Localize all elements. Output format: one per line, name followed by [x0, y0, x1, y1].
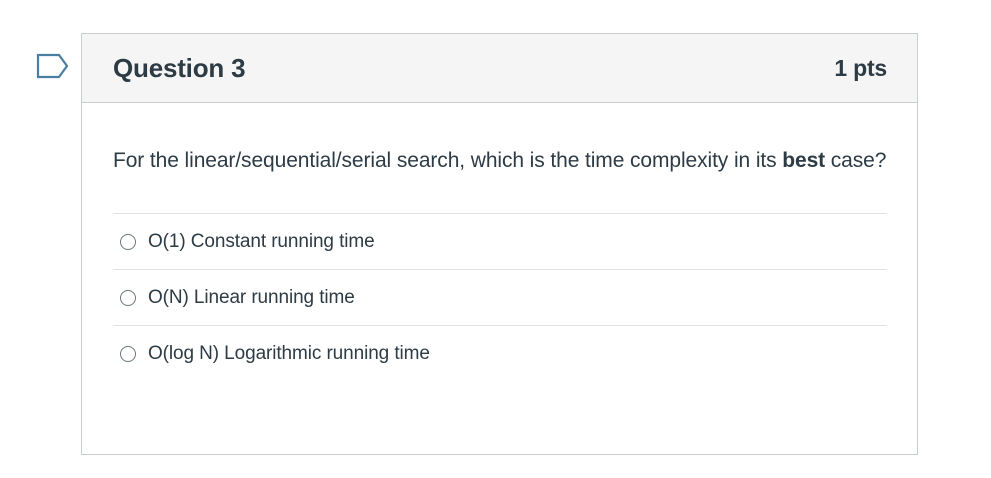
question-text-after: case?: [825, 149, 887, 172]
answer-option-2[interactable]: O(N) Linear running time: [113, 270, 887, 326]
answer-label-2: O(N) Linear running time: [148, 286, 355, 308]
question-title: Question 3: [113, 52, 246, 83]
question-text-before: For the linear/sequential/serial search,…: [113, 149, 783, 172]
answer-radio-3[interactable]: [120, 346, 136, 362]
question-body: For the linear/sequential/serial search,…: [82, 103, 917, 382]
answer-radio-1[interactable]: [120, 233, 136, 250]
flag-question-icon[interactable]: [36, 53, 70, 79]
question-text: For the linear/sequential/serial search,…: [113, 143, 887, 179]
question-text-emphasis: best: [782, 149, 826, 172]
question-card: Question 3 1 pts For the linear/sequenti…: [81, 33, 918, 455]
answer-option-3[interactable]: O(log N) Logarithmic running time: [113, 326, 887, 382]
answer-option-1[interactable]: O(1) Constant running time: [113, 214, 887, 270]
answer-label-1: O(1) Constant running time: [148, 230, 375, 252]
question-header: Question 3 1 pts: [82, 34, 917, 103]
answer-list: O(1) Constant running time O(N) Linear r…: [113, 213, 887, 382]
answer-radio-2[interactable]: [120, 289, 136, 306]
quiz-page: Question 3 1 pts For the linear/sequenti…: [0, 0, 991, 478]
answer-label-3: O(log N) Logarithmic running time: [148, 343, 430, 364]
question-points: 1 pts: [834, 54, 887, 81]
